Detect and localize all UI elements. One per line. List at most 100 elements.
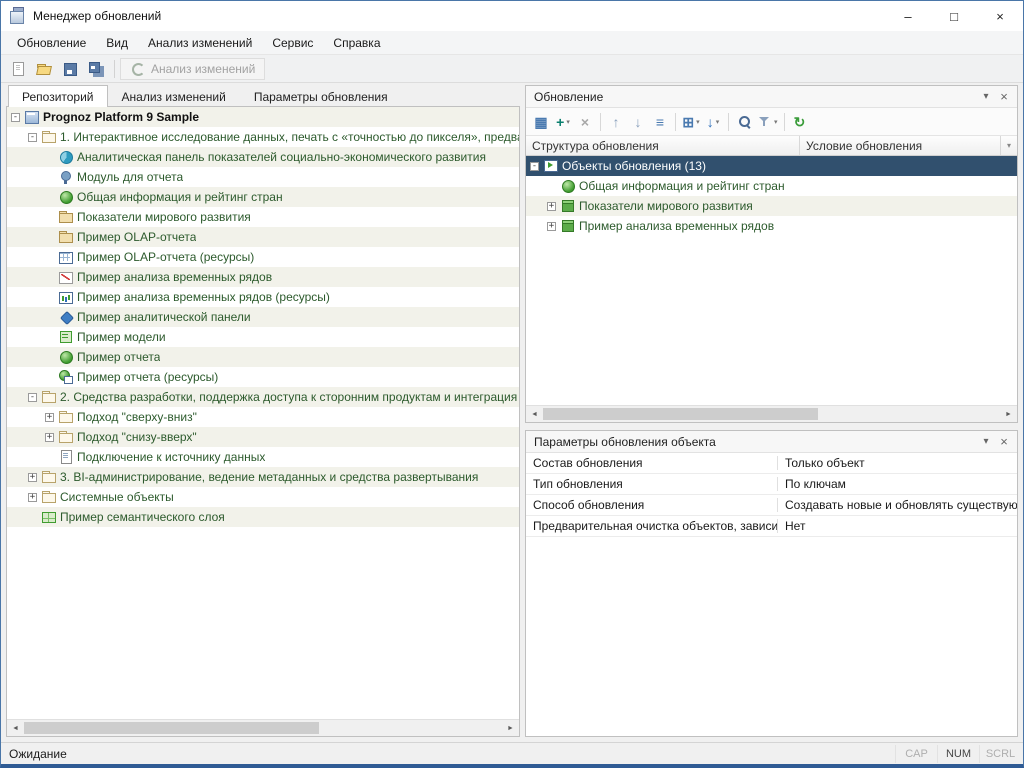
parameter-value[interactable]: Только объект [778,456,1017,470]
tree-item[interactable]: Аналитическая панель показателей социаль… [7,147,519,167]
tree-item[interactable]: -Prognoz Platform 9 Sample [7,107,519,127]
sort-icon: ↓ [707,115,714,129]
tree-item[interactable]: Пример OLAP-отчета (ресурсы) [7,247,519,267]
tree-item[interactable]: +Системные объекты [7,487,519,507]
panel-close-icon[interactable]: × [995,88,1013,106]
tree-item[interactable]: Общая информация и рейтинг стран [7,187,519,207]
panel-close-icon[interactable]: × [995,433,1013,451]
parameter-value[interactable]: По ключам [778,477,1017,491]
search-button[interactable] [733,111,755,133]
chevron-down-icon[interactable]: ▾ [774,118,778,126]
tree-item[interactable]: +3. BI-администрирование, ведение метада… [7,467,519,487]
move-down-button[interactable]: ↓ [627,111,649,133]
update-horizontal-scrollbar[interactable]: ◄ ► [526,405,1017,422]
update-structure-button[interactable]: ▦ [530,111,552,133]
scroll-left-icon[interactable]: ◄ [7,720,24,737]
menu-help[interactable]: Справка [323,33,390,53]
menu-view[interactable]: Вид [96,33,138,53]
tree-item[interactable]: Пример семантического слоя [7,507,519,527]
scroll-right-icon[interactable]: ► [502,720,519,737]
scroll-right-icon[interactable]: ► [1000,406,1017,423]
chevron-down-icon[interactable]: ▾ [566,118,570,126]
add-button[interactable]: +▾ [552,111,574,133]
tree-item[interactable]: + Показатели мирового развития [526,196,1017,216]
refresh-button[interactable]: ↻ [789,111,811,133]
collapse-icon[interactable]: - [28,393,37,402]
scroll-left-icon[interactable]: ◄ [526,406,543,423]
tree-item[interactable]: Подключение к источнику данных [7,447,519,467]
tree-item-label: Показатели мирового развития [579,199,753,213]
collapse-icon[interactable]: - [28,133,37,142]
chevron-down-icon[interactable]: ▾ [696,118,700,126]
tab-update-parameters[interactable]: Параметры обновления [240,85,402,107]
tree-item[interactable]: Общая информация и рейтинг стран [526,176,1017,196]
collapse-icon[interactable]: - [530,162,539,171]
scroll-thumb[interactable] [543,408,818,420]
table-row[interactable]: Способ обновления Создавать новые и обно… [526,495,1017,516]
parameter-value[interactable]: Нет [778,519,1017,533]
maximize-button[interactable]: □ [931,1,977,31]
scroll-thumb[interactable] [24,722,319,734]
expand-icon[interactable]: + [547,202,556,211]
tree-item[interactable]: Пример анализа временных рядов (ресурсы) [7,287,519,307]
tree-item[interactable]: +Подход "сверху-вниз" [7,407,519,427]
tree-item[interactable]: Пример OLAP-отчета [7,227,519,247]
save-all-icon [88,61,104,77]
tree-item[interactable]: Пример аналитической панели [7,307,519,327]
new-button[interactable] [5,57,31,81]
table-row[interactable]: Предварительная очистка объектов, зависи… [526,516,1017,537]
tree-item[interactable]: Пример модели [7,327,519,347]
chevron-down-icon[interactable]: ▾ [716,118,720,126]
tree-item[interactable]: -2. Средства разработки, поддержка досту… [7,387,519,407]
tab-repository[interactable]: Репозиторий [8,85,108,107]
tree-item-label: Пример анализа временных рядов [77,270,272,284]
menu-change-analysis[interactable]: Анализ изменений [138,33,262,53]
left-horizontal-scrollbar[interactable]: ◄ ► [7,719,519,736]
change-analysis-button[interactable]: Анализ изменений [120,58,265,80]
tree-view-button[interactable]: ⊞▾ [680,111,702,133]
report-green-icon [58,349,74,365]
minimize-button[interactable]: – [885,1,931,31]
menu-update[interactable]: Обновление [7,33,96,53]
tab-change-analysis[interactable]: Анализ изменений [108,85,240,107]
tree-item[interactable]: +Пример анализа временных рядов [526,216,1017,236]
save-all-button[interactable] [83,57,109,81]
scroll-track[interactable] [24,720,502,736]
num-lock-indicator: NUM [937,745,979,763]
panel-menu-icon[interactable]: ▾ [977,433,995,451]
repository-icon [24,109,40,125]
menu-service[interactable]: Сервис [262,33,323,53]
filter-button[interactable]: ▾ [755,111,780,133]
panel-menu-icon[interactable]: ▾ [977,88,995,106]
expand-icon[interactable]: + [28,473,37,482]
save-button[interactable] [57,57,83,81]
open-button[interactable] [31,57,57,81]
expand-icon[interactable]: + [45,433,54,442]
expand-icon[interactable]: + [547,222,556,231]
table-row[interactable]: Состав обновления Только объект [526,453,1017,474]
tree-item[interactable]: Пример анализа временных рядов [7,267,519,287]
parameter-value[interactable]: Создавать новые и обновлять существующие [778,498,1017,512]
table-row[interactable]: Тип обновления По ключам [526,474,1017,495]
tree-item[interactable]: Пример отчета [7,347,519,367]
delete-button[interactable]: × [574,111,596,133]
column-structure[interactable]: Структура обновления [526,136,800,155]
tree-item[interactable]: -1. Интерактивное исследование данных, п… [7,127,519,147]
levels-button[interactable]: ≡ [649,111,671,133]
tree-item[interactable]: Пример отчета (ресурсы) [7,367,519,387]
tree-item-label: Пример семантического слоя [60,510,225,524]
tree-item[interactable]: Показатели мирового развития [7,207,519,227]
sort-button[interactable]: ↓▾ [702,111,724,133]
horizontal-splitter[interactable] [525,423,1018,430]
collapse-icon[interactable]: - [11,113,20,122]
scroll-track[interactable] [543,406,1000,422]
close-button[interactable]: × [977,1,1023,31]
move-up-button[interactable]: ↑ [605,111,627,133]
tree-item[interactable]: Модуль для отчета [7,167,519,187]
tree-item[interactable]: +Подход "снизу-вверх" [7,427,519,447]
expand-icon[interactable]: + [28,493,37,502]
column-condition[interactable]: Условие обновления [800,136,1001,155]
column-filter-button[interactable]: ▾ [1001,136,1017,155]
expand-icon[interactable]: + [45,413,54,422]
tree-item[interactable]: -Объекты обновления (13) [526,156,1017,176]
